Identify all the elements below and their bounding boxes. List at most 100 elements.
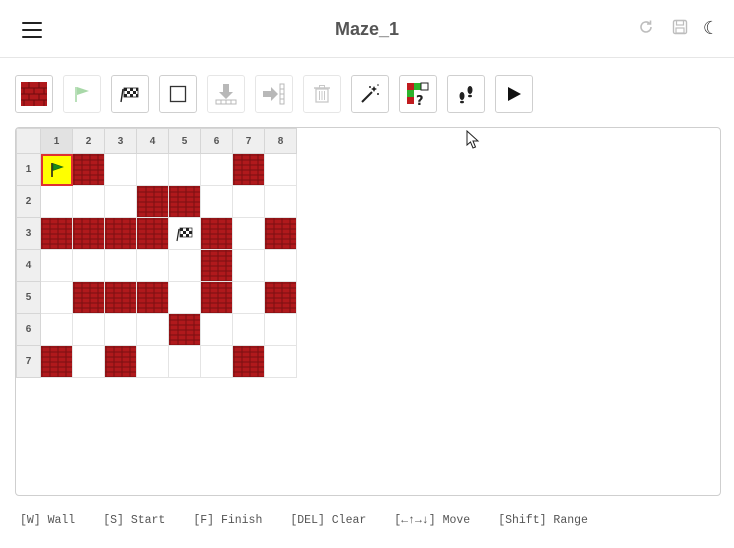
keyboard-hints: [W] Wall [S] Start [F] Finish [DEL] Clear [←… bbox=[20, 514, 616, 527]
wall-tool-button[interactable] bbox=[15, 75, 53, 113]
wall-cell[interactable] bbox=[40, 345, 73, 378]
wall-cell[interactable] bbox=[72, 281, 105, 314]
empty-cell[interactable] bbox=[136, 249, 169, 282]
column-header[interactable]: 7 bbox=[232, 128, 265, 154]
column-header[interactable]: 6 bbox=[200, 128, 233, 154]
column-header[interactable]: 2 bbox=[72, 128, 105, 154]
empty-cell[interactable] bbox=[232, 313, 265, 346]
empty-cell[interactable] bbox=[104, 153, 137, 186]
empty-cell[interactable] bbox=[200, 313, 233, 346]
magic-wand-icon bbox=[361, 84, 379, 103]
wall-cell[interactable] bbox=[104, 345, 137, 378]
empty-cell[interactable] bbox=[40, 313, 73, 346]
start-cell[interactable] bbox=[40, 153, 73, 186]
empty-cell[interactable] bbox=[168, 249, 201, 282]
clear-cell-tool-button[interactable] bbox=[159, 75, 197, 113]
maze-grid[interactable]: 12345678 1234567 bbox=[16, 128, 297, 378]
column-header[interactable]: 4 bbox=[136, 128, 169, 154]
wall-cell[interactable] bbox=[168, 185, 201, 218]
wall-cell[interactable] bbox=[264, 217, 297, 250]
empty-cell[interactable] bbox=[40, 185, 73, 218]
empty-cell[interactable] bbox=[264, 249, 297, 282]
empty-cell[interactable] bbox=[40, 249, 73, 282]
insert-column-button[interactable] bbox=[255, 75, 293, 113]
wall-cell[interactable] bbox=[264, 281, 297, 314]
wall-cell[interactable] bbox=[200, 249, 233, 282]
column-header[interactable]: 3 bbox=[104, 128, 137, 154]
empty-cell[interactable] bbox=[136, 345, 169, 378]
empty-cell[interactable] bbox=[200, 185, 233, 218]
finish-cell[interactable] bbox=[168, 217, 201, 250]
column-header[interactable]: 5 bbox=[168, 128, 201, 154]
row-header[interactable]: 5 bbox=[16, 281, 41, 314]
row-header[interactable]: 6 bbox=[16, 313, 41, 346]
generate-maze-button[interactable] bbox=[351, 75, 389, 113]
empty-cell[interactable] bbox=[136, 153, 169, 186]
empty-cell[interactable] bbox=[200, 345, 233, 378]
row-header[interactable]: 2 bbox=[16, 185, 41, 218]
wall-cell[interactable] bbox=[104, 281, 137, 314]
wall-cell[interactable] bbox=[136, 185, 169, 218]
trash-icon bbox=[314, 85, 330, 103]
grid-corner[interactable] bbox=[16, 128, 41, 154]
app-header: Maze_1 ☾ bbox=[0, 0, 734, 58]
empty-cell[interactable] bbox=[232, 185, 265, 218]
wall-cell[interactable] bbox=[200, 281, 233, 314]
wall-cell[interactable] bbox=[136, 217, 169, 250]
empty-cell[interactable] bbox=[264, 313, 297, 346]
insert-row-button[interactable] bbox=[207, 75, 245, 113]
empty-cell[interactable] bbox=[40, 281, 73, 314]
save-icon[interactable] bbox=[671, 19, 689, 37]
wall-cell[interactable] bbox=[40, 217, 73, 250]
start-flag-icon bbox=[50, 162, 64, 177]
empty-cell[interactable] bbox=[264, 345, 297, 378]
delete-button[interactable] bbox=[303, 75, 341, 113]
wall-cell[interactable] bbox=[72, 153, 105, 186]
empty-cell[interactable] bbox=[168, 153, 201, 186]
empty-cell[interactable] bbox=[104, 185, 137, 218]
column-header[interactable]: 8 bbox=[264, 128, 297, 154]
row-header[interactable]: 1 bbox=[16, 153, 41, 186]
wall-cell[interactable] bbox=[232, 153, 265, 186]
empty-cell[interactable] bbox=[72, 185, 105, 218]
column-header[interactable]: 1 bbox=[40, 128, 73, 154]
refresh-icon[interactable] bbox=[637, 19, 655, 37]
random-cells-button[interactable]: ? bbox=[399, 75, 437, 113]
row-header[interactable]: 7 bbox=[16, 345, 41, 378]
empty-cell[interactable] bbox=[264, 185, 297, 218]
empty-cell[interactable] bbox=[232, 217, 265, 250]
keyboard-hint: [←↑→↓] Move bbox=[394, 514, 471, 527]
keyboard-hint: [DEL] Clear bbox=[290, 514, 367, 527]
empty-cell[interactable] bbox=[72, 249, 105, 282]
wall-cell[interactable] bbox=[232, 345, 265, 378]
dark-mode-moon-icon[interactable]: ☾ bbox=[702, 19, 720, 37]
row-header[interactable]: 3 bbox=[16, 217, 41, 250]
checkered-flag-icon bbox=[120, 87, 139, 103]
empty-cell[interactable] bbox=[200, 153, 233, 186]
empty-cell[interactable] bbox=[232, 281, 265, 314]
empty-cell[interactable] bbox=[264, 153, 297, 186]
keyboard-hint: [F] Finish bbox=[193, 514, 263, 527]
run-button[interactable] bbox=[495, 75, 533, 113]
wall-cell[interactable] bbox=[200, 217, 233, 250]
empty-cell[interactable] bbox=[72, 345, 105, 378]
empty-square-icon bbox=[169, 85, 187, 103]
wall-cell[interactable] bbox=[136, 281, 169, 314]
wall-cell[interactable] bbox=[72, 217, 105, 250]
empty-cell[interactable] bbox=[72, 313, 105, 346]
keyboard-hint: [Shift] Range bbox=[498, 514, 588, 527]
maze-grid-panel: 12345678 1234567 bbox=[15, 127, 721, 496]
step-button[interactable] bbox=[447, 75, 485, 113]
wall-cell[interactable] bbox=[168, 313, 201, 346]
wall-cell[interactable] bbox=[104, 217, 137, 250]
start-tool-button[interactable] bbox=[63, 75, 101, 113]
row-header[interactable]: 4 bbox=[16, 249, 41, 282]
mouse-cursor-icon bbox=[466, 130, 480, 149]
empty-cell[interactable] bbox=[104, 249, 137, 282]
empty-cell[interactable] bbox=[232, 249, 265, 282]
empty-cell[interactable] bbox=[168, 281, 201, 314]
empty-cell[interactable] bbox=[168, 345, 201, 378]
finish-tool-button[interactable] bbox=[111, 75, 149, 113]
empty-cell[interactable] bbox=[136, 313, 169, 346]
empty-cell[interactable] bbox=[104, 313, 137, 346]
